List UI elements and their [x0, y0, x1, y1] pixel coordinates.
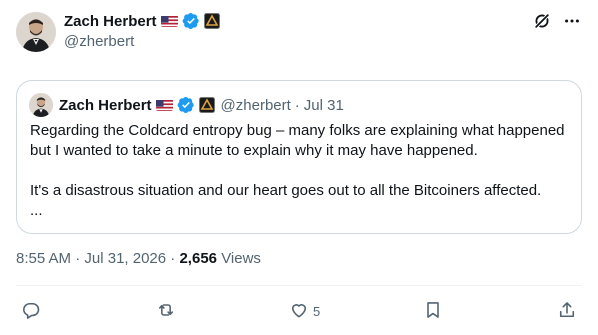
quoted-text-paragraph-1: Regarding the Coldcard entropy bug – man…	[30, 122, 565, 159]
author-name[interactable]: Zach Herbert	[64, 13, 157, 30]
more-icon[interactable]	[562, 11, 582, 31]
separator-dot: ·	[170, 250, 176, 267]
tweet-date[interactable]: Jul 31, 2026	[84, 250, 166, 267]
author-handle[interactable]: @zherbert	[64, 33, 134, 50]
bookmark-button[interactable]	[423, 300, 447, 323]
affiliation-badge-icon	[198, 97, 215, 113]
quoted-text-paragraph-2: It's a disastrous situation and our hear…	[30, 182, 542, 199]
separator-dot: ·	[75, 250, 81, 267]
quoted-tweet-header: Zach Herbert @zherbert · Jul 31	[29, 93, 344, 117]
like-count: 5	[313, 304, 321, 319]
separator-dot: ·	[294, 96, 300, 114]
repost-icon	[156, 300, 176, 323]
verified-badge-icon	[177, 96, 195, 114]
reply-icon	[21, 300, 41, 323]
grok-icon[interactable]	[532, 11, 552, 31]
bookmark-icon	[423, 300, 443, 323]
divider	[16, 285, 582, 286]
quoted-text-ellipsis: ...	[30, 202, 43, 219]
quoted-tweet-text: Regarding the Coldcard entropy bug – man…	[30, 121, 575, 221]
tweet-meta: 8:55 AM · Jul 31, 2026 · 2,656 Views	[16, 250, 261, 267]
verified-badge-icon[interactable]	[182, 12, 200, 30]
views-count: 2,656	[179, 250, 218, 267]
affiliation-badge-icon[interactable]	[203, 13, 220, 29]
quoted-author-handle: @zherbert	[220, 96, 291, 114]
reply-button[interactable]	[21, 300, 45, 323]
quoted-avatar[interactable]	[29, 93, 53, 117]
top-actions	[532, 11, 582, 31]
action-bar: 5	[16, 296, 582, 326]
tweet-time[interactable]: 8:55 AM	[16, 250, 71, 267]
author-name-row: Zach Herbert	[64, 12, 220, 30]
quoted-author-name: Zach Herbert	[59, 96, 152, 114]
like-icon	[289, 300, 309, 323]
repost-button[interactable]	[156, 300, 180, 323]
share-icon	[557, 300, 577, 323]
us-flag-icon	[160, 15, 178, 27]
quoted-date: Jul 31	[303, 96, 344, 114]
quoted-tweet-card[interactable]: Zach Herbert @zherbert · Jul 31 Regardin…	[16, 80, 582, 234]
views-label: Views	[221, 250, 261, 267]
us-flag-icon	[155, 99, 173, 111]
avatar[interactable]	[16, 12, 56, 52]
like-button[interactable]: 5	[289, 300, 320, 323]
share-button[interactable]	[557, 300, 577, 323]
